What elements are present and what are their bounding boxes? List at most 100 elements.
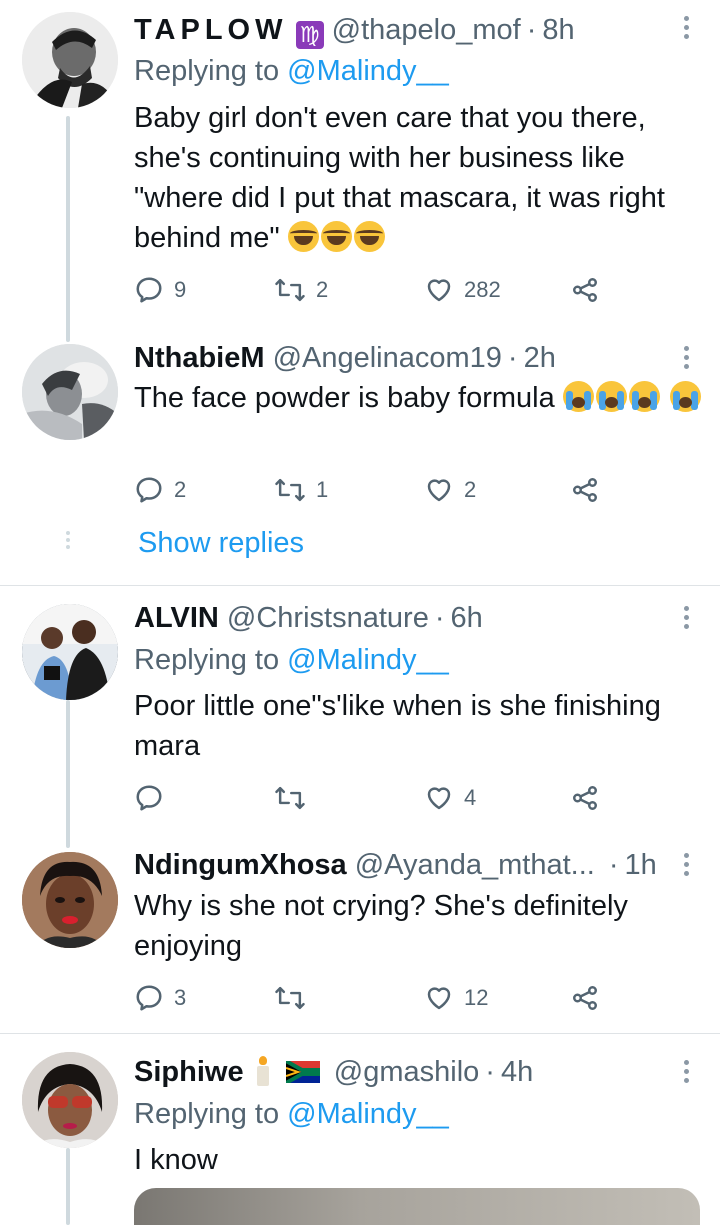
retweet-button[interactable] <box>274 780 316 816</box>
mention-link[interactable]: @Malindy__ <box>287 644 449 676</box>
retweet-icon <box>275 986 305 1010</box>
tweet-text: Baby girl don't even care that you there… <box>134 98 704 258</box>
reply-button[interactable]: 2 <box>134 472 186 508</box>
reply-button[interactable] <box>134 780 174 816</box>
share-button[interactable] <box>570 472 600 508</box>
share-icon <box>573 986 597 1010</box>
heart-icon <box>427 787 451 810</box>
retweet-icon <box>275 478 305 502</box>
like-button[interactable]: 282 <box>424 272 501 308</box>
retweet-button[interactable]: 2 <box>274 272 328 308</box>
mention-link[interactable]: @Malindy__ <box>287 55 449 87</box>
separator: · <box>526 14 537 46</box>
display-name[interactable]: ALVIN <box>134 602 219 634</box>
tweet-header: NthabieM @Angelinacom19 · 2h <box>134 340 556 376</box>
share-icon <box>573 278 597 302</box>
reply-icon <box>136 785 162 811</box>
handle[interactable]: @Angelinacom19 <box>273 342 502 374</box>
replying-prefix: Replying to <box>134 1098 280 1130</box>
loudly-crying-icon <box>562 381 594 412</box>
avatar[interactable] <box>22 1052 118 1148</box>
tweet-text-content: I know <box>134 1144 218 1176</box>
avatar-image <box>22 12 118 108</box>
avatar-image <box>22 604 118 700</box>
virgo-icon: ♍ <box>295 21 324 49</box>
heart-icon <box>427 987 451 1010</box>
heart-icon <box>427 279 451 302</box>
like-count: 4 <box>464 785 477 810</box>
tears-of-joy-icon <box>353 221 385 252</box>
loudly-crying-icon <box>628 381 660 412</box>
like-count: 282 <box>464 277 501 302</box>
share-icon <box>573 478 597 502</box>
retweet-icon <box>275 278 305 302</box>
loudly-crying-icon <box>669 381 701 412</box>
reply-icon <box>136 277 162 303</box>
display-name[interactable]: TAPLOW <box>134 14 288 46</box>
timestamp[interactable]: 1h <box>625 849 657 881</box>
avatar-image <box>22 344 118 440</box>
timestamp[interactable]: 2h <box>524 342 556 374</box>
retweet-icon <box>275 786 305 810</box>
handle[interactable]: @Christsnature <box>227 602 429 634</box>
avatar[interactable] <box>22 604 118 700</box>
replying-to: Replying to @Malindy__ <box>134 1096 449 1132</box>
tweet-1[interactable]: TAPLOW ♍ @thapelo_mof · 8h Replying to @Ma… <box>0 0 720 342</box>
display-name[interactable]: Siphiwe <box>134 1056 244 1088</box>
share-button[interactable] <box>570 980 600 1016</box>
tweet-media-image[interactable] <box>134 1188 700 1225</box>
timestamp[interactable]: 6h <box>451 602 483 634</box>
thread-line <box>66 116 70 342</box>
emoji-group <box>287 221 387 254</box>
tweet-text: I know <box>134 1140 704 1180</box>
avatar[interactable] <box>22 12 118 108</box>
more-options-icon[interactable] <box>684 606 690 633</box>
separator: · <box>507 342 518 374</box>
separator: · <box>485 1056 495 1088</box>
reply-count: 2 <box>174 477 187 502</box>
timestamp[interactable]: 8h <box>542 14 574 46</box>
replying-prefix: Replying to <box>134 55 280 87</box>
avatar-image <box>22 852 118 948</box>
share-button[interactable] <box>570 272 600 308</box>
tweet-header: Siphiwe @gmashilo · 4h <box>134 1054 533 1090</box>
more-options-icon[interactable] <box>684 1060 690 1087</box>
tweet-text: Why is she not crying? She's definitely … <box>134 886 704 966</box>
tweet-actions: 3 12 <box>134 980 614 1016</box>
avatar[interactable] <box>22 852 118 948</box>
more-options-icon[interactable] <box>684 853 690 880</box>
candle-icon <box>256 1056 270 1086</box>
like-button[interactable]: 12 <box>424 980 488 1016</box>
retweet-button[interactable] <box>274 980 316 1016</box>
loudly-crying-icon <box>595 381 627 412</box>
reply-button[interactable]: 9 <box>134 272 186 308</box>
thread-line <box>66 1148 70 1225</box>
retweet-button[interactable]: 1 <box>274 472 328 508</box>
avatar[interactable] <box>22 344 118 440</box>
divider <box>0 1033 720 1034</box>
like-button[interactable]: 2 <box>424 472 476 508</box>
display-name[interactable]: NdingumXhosa <box>134 849 347 881</box>
display-name[interactable]: NthabieM <box>134 342 265 374</box>
retweet-count: 2 <box>316 277 329 302</box>
tweet-header: ALVIN @Christsnature · 6h <box>134 600 483 636</box>
share-button[interactable] <box>570 780 600 816</box>
tweet-text: The face powder is baby formula <box>134 378 704 418</box>
separator: · <box>608 849 619 881</box>
retweet-count: 1 <box>316 477 329 502</box>
handle[interactable]: @gmashilo <box>334 1056 480 1088</box>
mention-link[interactable]: @Malindy__ <box>287 1098 449 1130</box>
tears-of-joy-icon <box>287 221 319 252</box>
handle[interactable]: @thapelo_mof <box>332 14 521 46</box>
more-options-icon[interactable] <box>684 16 690 43</box>
tweet-text-content: Baby girl don't even care that you there… <box>134 102 665 254</box>
show-replies-link[interactable]: Show replies <box>138 527 304 560</box>
timestamp[interactable]: 4h <box>501 1056 533 1088</box>
more-options-icon[interactable] <box>684 346 690 373</box>
tweet-text: Poor little one"s'like when is she finis… <box>134 686 704 766</box>
reply-button[interactable]: 3 <box>134 980 186 1016</box>
thread-line <box>66 700 70 848</box>
like-button[interactable]: 4 <box>424 780 476 816</box>
tweet-actions: 2 1 2 <box>134 472 614 508</box>
handle[interactable]: @Ayanda_mthat... <box>355 849 595 881</box>
